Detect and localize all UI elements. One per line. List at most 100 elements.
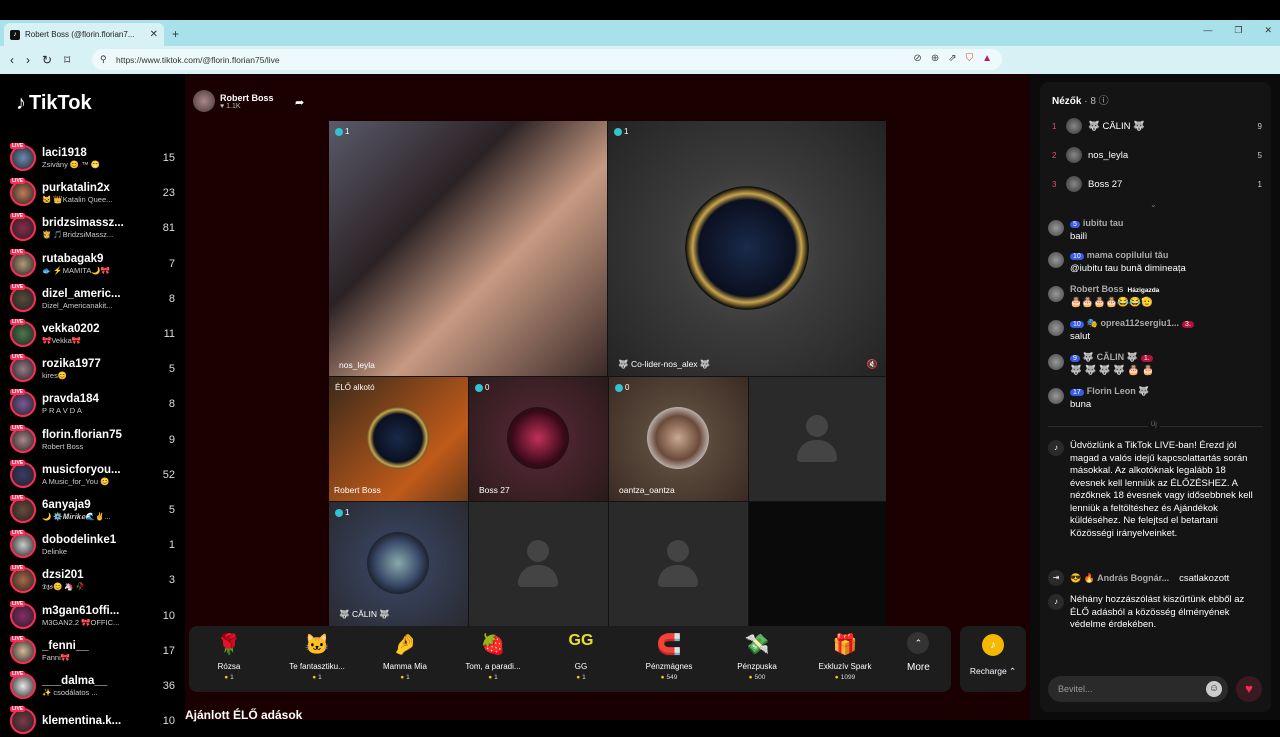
forward-icon[interactable]: › [26, 53, 30, 67]
guest-cell-1[interactable]: 1 nos_leyla [329, 121, 607, 376]
avatar[interactable]: LIVE [10, 178, 36, 207]
restore-icon[interactable]: ❐ [1234, 25, 1242, 36]
viewer-row[interactable]: 1 🐺 CĂLIN 🐺 9 [1052, 116, 1262, 136]
sidebar-item-5[interactable]: LIVE vekka0202 🎀Vekka🎀 11 [10, 318, 175, 350]
avatar[interactable]: LIVE [10, 530, 36, 559]
chat-username[interactable]: iubitu tau [1083, 218, 1124, 228]
back-icon[interactable]: ‹ [10, 53, 14, 67]
avatar[interactable]: LIVE [10, 143, 36, 171]
sidebar-item-16[interactable]: LIVE klementina.k... 10 [10, 705, 175, 737]
sidebar-item-14[interactable]: LIVE _fenni__ Fanni🎀 17 [10, 635, 175, 667]
page: ♪ TikTok LIVE laci1918 Zsivány 😊 ™ 😁 15 LIVE p… [0, 74, 1280, 735]
address-bar[interactable]: ⚲ https://www.tiktok.com/@florin.florian… [92, 49, 1002, 70]
reload-icon[interactable]: ↻ [42, 53, 52, 67]
sidebar-item-8[interactable]: LIVE florin.florian75 Robert Boss 9 [10, 424, 175, 456]
chat-username[interactable]: Robert Boss [1070, 284, 1124, 294]
avatar[interactable] [1048, 388, 1064, 404]
host-name[interactable]: Robert Boss [220, 93, 274, 103]
sidebar-item-1[interactable]: LIVE purkatalin2x 🐱 👑Katalin Quee... 23 [10, 177, 175, 209]
minimize-icon[interactable]: — [1203, 25, 1212, 36]
chat-username[interactable]: 🐺 CĂLIN 🐺 [1083, 352, 1138, 362]
avatar[interactable] [1066, 118, 1082, 134]
gift-item[interactable]: 🧲 Pénzmágnes 549 [629, 632, 709, 681]
viewer-row[interactable]: 3 Boss 27 1 [1052, 174, 1262, 194]
chat-input[interactable]: Bevitel... ☺ [1048, 676, 1228, 702]
avatar[interactable]: LIVE [10, 283, 36, 312]
join-user[interactable]: 😎 🔥 András Bognár... [1070, 573, 1169, 584]
guest-cell-6[interactable]: 1 🐺 CĂLIN 🐺 [329, 502, 468, 626]
emoji-icon[interactable]: ☺ [1206, 681, 1222, 697]
guest-cell-4[interactable]: 0 Boss 27 [469, 377, 608, 501]
sidebar-item-0[interactable]: LIVE laci1918 Zsivány 😊 ™ 😁 15 [10, 142, 175, 174]
sidebar-item-3[interactable]: LIVE rutabagak9 🐟 ⚡MAMITA🌙🎀 7 [10, 248, 175, 280]
viewer-row[interactable]: 2 nos_leyla 5 [1052, 145, 1262, 165]
sidebar-item-2[interactable]: LIVE bridzsimassz... 👸 🎵BridzsiMassz... 81 [10, 212, 175, 244]
sidebar-item-6[interactable]: LIVE rozika1977 kires😊 5 [10, 353, 175, 385]
avatar[interactable]: LIVE [10, 565, 36, 594]
chat-username[interactable]: 🎭 oprea112sergiu1... [1087, 318, 1179, 328]
gift-item[interactable]: 🤌 Mamma Mia 1 [365, 632, 445, 681]
recharge-button[interactable]: ♪ Recharge ⌃ [960, 626, 1026, 692]
sidebar-item-4[interactable]: LIVE dizel_americ... Dizel_Americanakit...… [10, 283, 175, 315]
chevron-down-icon[interactable]: ⌄ [1150, 200, 1157, 209]
empty-seat[interactable] [609, 502, 748, 626]
host-info[interactable]: Robert Boss ♥ 1.1K [193, 90, 274, 112]
close-tab-icon[interactable]: ✕ [150, 29, 158, 40]
bookmark-icon[interactable]: ⌑ [64, 53, 70, 67]
avatar[interactable] [1066, 176, 1082, 192]
avatar[interactable] [1048, 320, 1064, 336]
rewards-icon[interactable]: ▲ [982, 53, 992, 64]
avatar[interactable]: LIVE [10, 459, 36, 488]
sidebar-item-9[interactable]: LIVE musicforyou... A Music_for_You 😊 52 [10, 459, 175, 491]
avatar[interactable]: LIVE [10, 495, 36, 523]
browser-tab[interactable]: ♪ Robert Boss (@florin.florian7... ✕ [4, 23, 164, 46]
translate-icon[interactable]: ⊘ [913, 53, 921, 64]
avatar[interactable] [1066, 147, 1082, 163]
avatar[interactable]: LIVE [10, 213, 36, 242]
sidebar-item-15[interactable]: LIVE ___dalma__ ✨ csodálatos ... 36 [10, 670, 175, 702]
avatar[interactable]: LIVE [10, 319, 36, 347]
avatar[interactable]: LIVE [10, 600, 36, 629]
site-info-icon[interactable]: ⚲ [100, 54, 107, 65]
guest-cell-5[interactable]: 0 oantza_oantza [609, 377, 748, 501]
avatar[interactable]: LIVE [10, 248, 36, 277]
gift-item[interactable]: 🍓 Tom, a paradi... 1 [453, 632, 533, 681]
avatar[interactable]: LIVE [10, 706, 36, 735]
gift-item[interactable]: 🌹 Rózsa 1 [189, 632, 269, 681]
gift-item[interactable]: 🎁 Exkluzív Spark 1099 [805, 632, 885, 681]
more-gifts-button[interactable]: ⌃ More [907, 632, 930, 673]
new-tab-icon[interactable]: + [172, 27, 179, 41]
gift-item[interactable]: 💸 Pénzpuska 500 [717, 632, 797, 681]
host-avatar[interactable] [193, 90, 215, 112]
tiktok-logo[interactable]: ♪ TikTok [16, 92, 92, 115]
sidebar-item-13[interactable]: LIVE m3gan61offi... M3GAN2.2 🎀OFFIC... 10 [10, 600, 175, 632]
avatar[interactable]: LIVE [10, 354, 36, 383]
avatar[interactable]: LIVE [10, 389, 36, 418]
zoom-icon[interactable]: ⊕ [931, 53, 939, 64]
chat-username[interactable]: Florin Leon 🐺 [1087, 386, 1150, 396]
empty-seat[interactable] [469, 502, 608, 626]
guest-cell-3[interactable]: ÉLŐ alkotó Robert Boss [329, 377, 468, 501]
empty-seat[interactable] [749, 377, 886, 501]
sidebar-item-10[interactable]: LIVE 6anyaja9 🌙 ⚙️𝑴𝒊𝒓𝒊𝒌𝒆🌊✌️... 5 [10, 494, 175, 526]
gift-item[interactable]: GG GG 1 [541, 632, 621, 681]
avatar[interactable]: LIVE [10, 424, 36, 453]
avatar[interactable] [1048, 252, 1064, 268]
avatar[interactable] [1048, 220, 1064, 236]
avatar[interactable] [1048, 286, 1064, 302]
avatar[interactable] [1048, 354, 1064, 370]
avatar[interactable]: LIVE [10, 635, 36, 664]
brave-shield-icon[interactable]: ⛉ [966, 53, 974, 64]
viewers-header[interactable]: Nézők · 8 ⓘ [1052, 92, 1109, 107]
chat-username[interactable]: mama copilului tău [1087, 250, 1169, 260]
avatar[interactable]: LIVE [10, 671, 36, 699]
heart-button[interactable]: ♥ [1236, 676, 1262, 702]
close-window-icon[interactable]: ✕ [1264, 25, 1272, 36]
guest-cell-2[interactable]: 1 🐺 Co-lider-nos_alex 🐺 🔇 [608, 121, 886, 376]
sidebar-item-12[interactable]: LIVE dzsi201 𝕯𝖟𝖘😊 🦄 🥀 3 [10, 564, 175, 596]
gift-item[interactable]: 🐱 Te fantasztiku... 1 [277, 632, 357, 681]
share-icon[interactable]: ➦ [295, 96, 304, 109]
share-page-icon[interactable]: ⇗ [948, 53, 956, 64]
sidebar-item-7[interactable]: LIVE pravda184 P R A V D A 8 [10, 388, 175, 420]
sidebar-item-11[interactable]: LIVE dobodelinke1 Delinke 1 [10, 529, 175, 561]
